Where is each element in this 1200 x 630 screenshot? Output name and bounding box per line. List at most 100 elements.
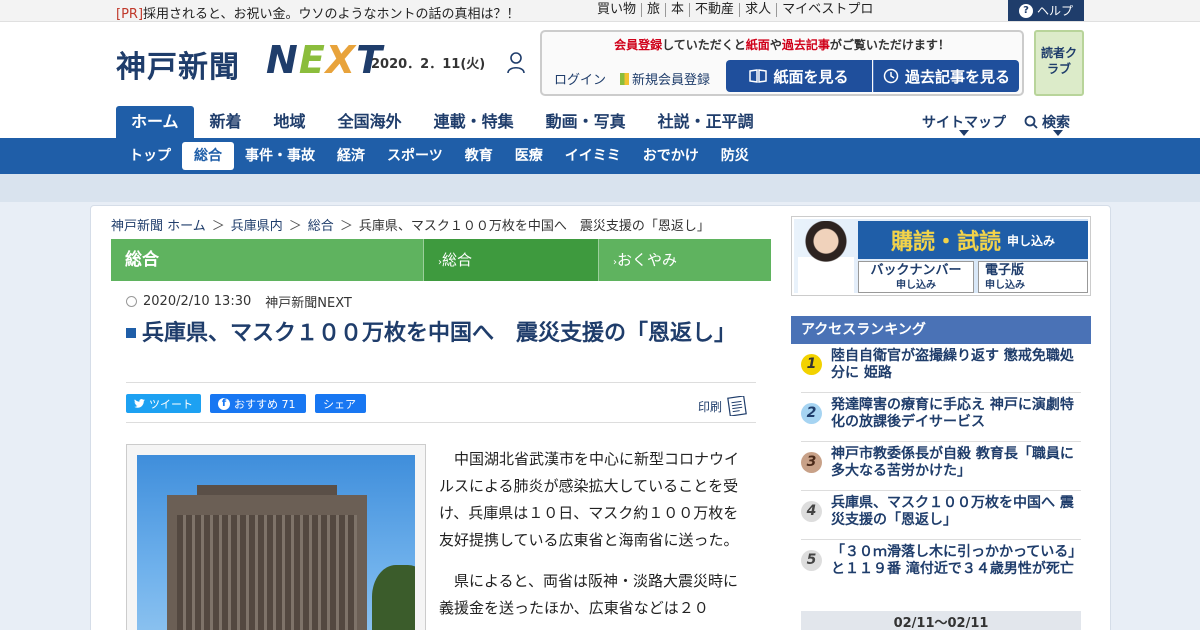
signup-link[interactable]: 新規会員登録 [620,69,710,88]
breadcrumb-general[interactable]: 総合 [308,215,334,234]
headline-bullet-icon [126,328,136,338]
ranking-title: アクセスランキング [791,316,1091,344]
facebook-share-button[interactable]: シェア [315,394,366,413]
rank-number-badge: 1 [801,354,822,375]
site-header: 神戸新聞 NEXT 2020．2．11(火) 会員登録していただくと紙面や過去記… [0,22,1200,138]
facebook-recommend-button[interactable]: f おすすめ 71 [210,394,306,413]
article-headline-text: 兵庫県、マスク１００万枚を中国へ 震災支援の「恩返し」 [142,321,737,346]
breadcrumb-separator-icon: ＞ [211,219,225,234]
logo-letter-e: E [298,38,326,82]
signup-label: 新規会員登録 [632,73,711,88]
tweet-button[interactable]: ツイート [126,394,201,413]
ad-backnumber-text: バックナンバー [870,263,962,278]
nav-series[interactable]: 連載・特集 [418,106,530,138]
subnav-general[interactable]: 総合 [182,142,234,170]
logo-kanji[interactable]: 神戸新聞 [116,42,240,86]
facebook-icon: f [218,397,230,410]
nav-latest[interactable]: 新着 [194,106,258,138]
rank-number-badge: 3 [801,452,822,473]
photo-building-windows [177,515,357,630]
help-label: ヘルプ [1036,4,1073,18]
breadcrumb-home[interactable]: 神戸新聞 ホーム [111,215,206,234]
past-articles-button[interactable]: 過去記事を見る [873,60,1019,92]
user-icon[interactable] [506,52,526,74]
logo-next[interactable]: NEXT [266,38,383,82]
article-datetime: 2020/2/10 13:30 [143,294,252,309]
nav-national[interactable]: 全国海外 [322,106,418,138]
breadcrumb-separator-icon: ＞ [288,219,302,234]
member-message: 会員登録していただくと紙面や過去記事がご覧いただけます！ [542,36,1022,53]
subnav-disaster[interactable]: 防災 [710,142,760,170]
ranking-item-title: 陸自自衛官が盗撮繰り返す 懲戒免職処分に 姫路 [831,348,1074,381]
divider [126,422,756,423]
ad-banner: 購読・試読 申し込み バックナンバー 申し込み 電子版 申し込み [794,219,1088,293]
article-photo[interactable] [126,444,426,630]
subnav-iimimi[interactable]: イイミミ [554,142,632,170]
subnav-top[interactable]: トップ [118,142,182,170]
clock-icon [126,296,137,307]
rank-number-badge: 5 [801,550,822,571]
nav-home[interactable]: ホーム [116,106,194,138]
reader-club-button[interactable]: 読者クラブ [1034,30,1084,96]
ad-backnumber: バックナンバー 申し込み [858,261,974,293]
login-link[interactable]: ログイン [554,69,606,88]
subnav-education[interactable]: 教育 [454,142,504,170]
view-paper-button[interactable]: 紙面を見る [726,60,872,92]
ranking-item-title: 発達障害の療育に手応え 神戸に演劇特化の放課後デイサービス [831,397,1074,430]
search-link[interactable]: 検索 [1024,112,1070,132]
member-msg-paper: 紙面 [745,38,770,52]
member-msg-part2: していただくと [662,38,746,52]
toplink-mybestpro[interactable]: マイベストプロ [777,3,878,17]
category-bar: 総合 ›総合 ›おくやみ [111,239,771,281]
sitemap-link[interactable]: サイトマップ [922,112,1006,132]
pr-tag: [PR] [116,7,144,22]
print-icon [727,396,747,416]
article-paragraph-1: 中国湖北省武漢市を中心に新型コロナウイルスによる肺炎が感染拡大していることを受け… [439,450,740,549]
toplink-jobs[interactable]: 求人 [740,3,778,17]
subnav-outing[interactable]: おでかけ [632,142,710,170]
ranking-item-title: 神戸市教委係長が自殺 教育長「職員に多大なる苦労かけた」 [831,446,1074,479]
subnav-sports[interactable]: スポーツ [376,142,454,170]
toplink-realestate[interactable]: 不動産 [690,3,741,17]
category-tab-obituary[interactable]: ›おくやみ [598,239,771,281]
header-date: 2020．2．11(火) [371,57,486,72]
ranking-list: 1 陸自自衛官が盗撮繰り返す 懲戒免職処分に 姫路 2 発達障害の療育に手応え 神戸… [791,344,1091,596]
ad-person-image [798,221,854,293]
help-button[interactable]: ? ヘルプ [1008,0,1084,21]
pr-text: 採用されると、お祝い金。ウソのようなホントの話の真相は？！ [143,7,520,22]
nav-editorial[interactable]: 社説・正平調 [642,106,770,138]
ad-subscribe-small: 申し込み [1007,233,1056,248]
article-meta: 2020/2/10 13:30 神戸新聞NEXT [126,292,352,311]
breadcrumb-hyogo[interactable]: 兵庫県内 [231,215,283,234]
share-buttons: ツイート f おすすめ 71 シェア [126,394,366,413]
subnav-economy[interactable]: 経済 [326,142,376,170]
nav-local[interactable]: 地域 [258,106,322,138]
ranking-item[interactable]: 1 陸自自衛官が盗撮繰り返す 懲戒免職処分に 姫路 [801,344,1081,393]
member-msg-past: 過去記事 [781,38,830,52]
ranking-item[interactable]: 2 発達障害の療育に手応え 神戸に演劇特化の放課後デイサービス [801,393,1081,442]
subnav-incidents[interactable]: 事件・事故 [234,142,326,170]
ad-digital-text: 電子版 [985,263,1025,278]
toplink-shopping[interactable]: 買い物 [597,3,643,17]
ranking-item[interactable]: 4 兵庫県、マスク１００万枚を中国へ 震災支援の「恩返し」 [801,491,1081,540]
nav-video[interactable]: 動画・写真 [530,106,642,138]
subnav-medical[interactable]: 医療 [504,142,554,170]
toplink-travel[interactable]: 旅 [642,3,667,17]
clock-icon [883,68,899,84]
subscription-ad[interactable]: 購読・試読 申し込み バックナンバー 申し込み 電子版 申し込み [791,216,1091,296]
ranking-item[interactable]: 5 「３０ｍ滑落し木に引っかかっている」と１１９番 滝付近で３４歳男性が死亡 [801,540,1081,596]
toplink-books[interactable]: 本 [666,3,691,17]
member-msg-part4: や [769,38,782,52]
print-button[interactable]: 印刷 [698,396,748,416]
breadcrumb: 神戸新聞 ホーム ＞ 兵庫県内 ＞ 総合 ＞ 兵庫県、マスク１００万枚を中国へ … [111,215,710,234]
past-articles-label: 過去記事を見る [904,67,1010,86]
rank-number-badge: 2 [801,403,822,424]
book-icon [749,69,768,83]
search-caret-icon [1053,130,1063,136]
category-tab-general[interactable]: ›総合 [423,239,598,281]
ranking-item[interactable]: 3 神戸市教委係長が自殺 教育長「職員に多大なる苦労かけた」 [801,442,1081,491]
article-paragraph-2: 県によると、両省は阪神・淡路大震災時に義援金を送ったほか、広東省などは２０ [439,572,738,617]
logo-letter-n: N [266,38,299,82]
search-icon [1024,115,1038,129]
pr-link[interactable]: [PR]採用されると、お祝い金。ウソのようなホントの話の真相は？！ [116,3,520,22]
